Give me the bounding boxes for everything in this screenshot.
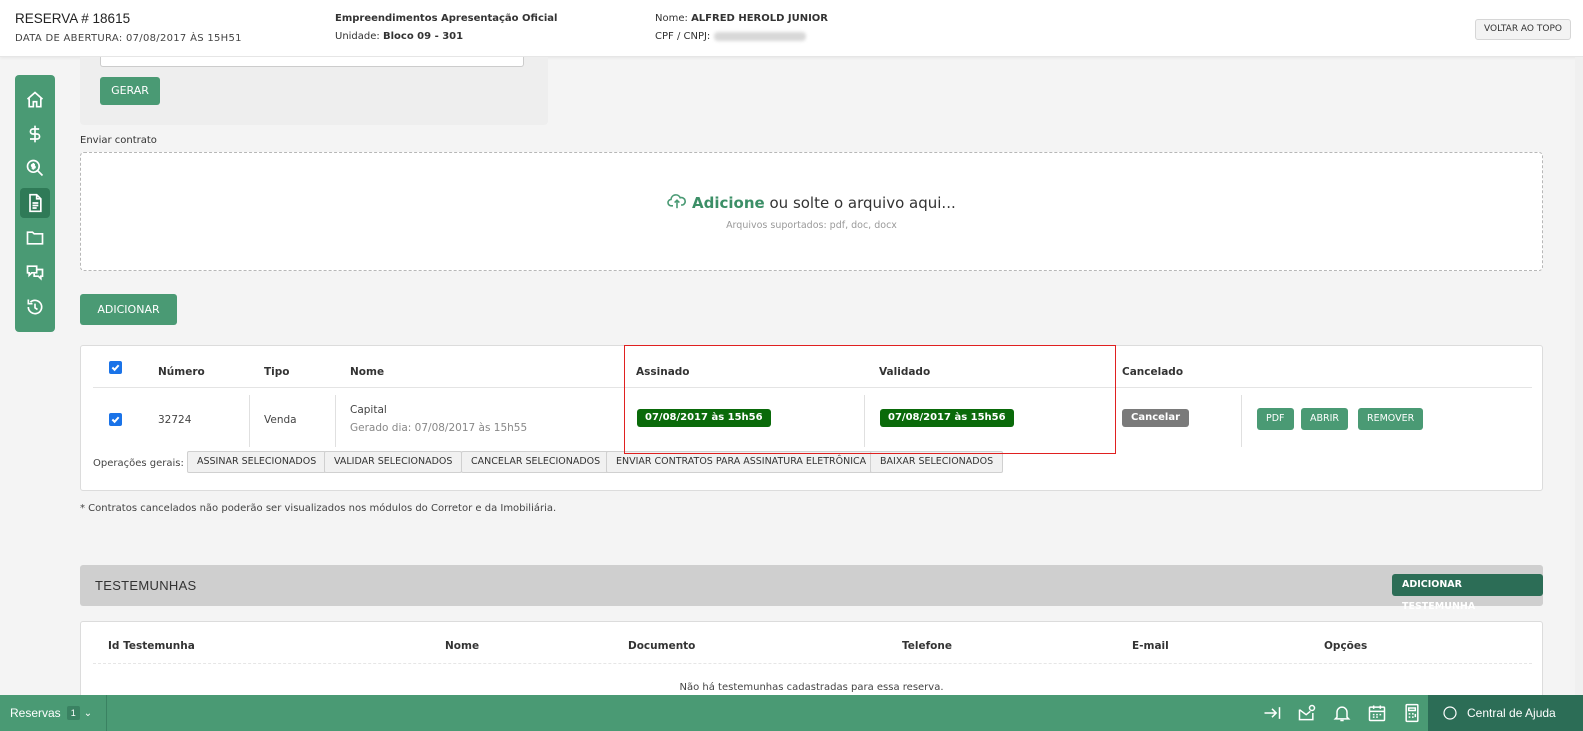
history-icon[interactable] bbox=[20, 292, 50, 322]
home-icon[interactable] bbox=[20, 85, 50, 115]
column-header-telefone: Telefone bbox=[902, 640, 952, 652]
reservation-title: RESERVA # 18615 bbox=[15, 11, 131, 26]
comments-icon[interactable] bbox=[20, 257, 50, 287]
reservation-header: RESERVA # 18615 DATA DE ABERTURA: 07/08/… bbox=[0, 0, 1583, 57]
unit-value: Bloco 09 - 301 bbox=[382, 31, 464, 42]
folder-icon[interactable] bbox=[20, 223, 50, 253]
general-operations-label: Operações gerais: bbox=[93, 458, 184, 469]
cell-divider bbox=[249, 395, 250, 447]
cell-divider bbox=[1241, 395, 1242, 447]
row-checkbox[interactable] bbox=[109, 413, 122, 426]
help-center-label: Central de Ajuda bbox=[1467, 706, 1556, 720]
chat-icon bbox=[1443, 706, 1457, 720]
back-to-top-button[interactable]: VOLTAR AO TOPO bbox=[1475, 19, 1571, 40]
highlight-box bbox=[624, 345, 1116, 454]
blurred-document bbox=[714, 31, 807, 41]
column-header-id: Id Testemunha bbox=[108, 640, 195, 652]
column-header-documento: Documento bbox=[628, 640, 696, 652]
download-selected-button[interactable]: BAIXAR SELECIONADOS bbox=[870, 451, 1004, 473]
bell-icon[interactable] bbox=[1332, 703, 1352, 723]
template-select[interactable] bbox=[100, 57, 524, 67]
upload-label: Enviar contrato bbox=[80, 135, 157, 146]
cell-divider bbox=[335, 395, 336, 447]
client-document: CPF / CNPJ: bbox=[655, 31, 807, 42]
header-divider bbox=[93, 663, 1532, 664]
dollar-icon[interactable] bbox=[20, 119, 50, 149]
client-name: Nome: ALFRED HEROLD JUNIOR bbox=[655, 13, 829, 24]
remove-button[interactable]: REMOVER bbox=[1358, 408, 1424, 430]
column-header-tipo: Tipo bbox=[264, 366, 290, 378]
column-header-numero: Número bbox=[158, 366, 205, 378]
unit-info: Unidade: Bloco 09 - 301 bbox=[335, 31, 464, 42]
reservations-count: 1 bbox=[66, 706, 80, 720]
opening-date: DATA DE ABERTURA: 07/08/2017 ÀS 15H51 bbox=[15, 33, 242, 44]
validate-selected-button[interactable]: VALIDAR SELECIONADOS bbox=[324, 451, 463, 473]
add-file-link[interactable]: Adicione bbox=[692, 194, 765, 212]
cancel-selected-button[interactable]: CANCELAR SELECIONADOS bbox=[461, 451, 611, 473]
cancel-button[interactable]: Cancelar bbox=[1122, 409, 1190, 427]
contract-type: Venda bbox=[264, 414, 297, 426]
empty-message: Não há testemunhas cadastradas para essa… bbox=[679, 682, 944, 693]
witnesses-title: TESTEMUNHAS bbox=[95, 578, 197, 593]
contract-number: 32724 bbox=[158, 414, 192, 426]
sign-selected-button[interactable]: ASSINAR SELECIONADOS bbox=[187, 451, 327, 473]
generated-date: Gerado dia: 07/08/2017 às 15h55 bbox=[350, 422, 528, 434]
column-header-email: E-mail bbox=[1132, 640, 1169, 652]
open-button[interactable]: ABRIR bbox=[1301, 408, 1349, 430]
bottom-bar: Reservas 1 ⌄ Central de Ajuda bbox=[0, 695, 1583, 731]
add-witness-button[interactable]: ADICIONAR TESTEMUNHA bbox=[1392, 574, 1543, 612]
chevron-down-icon: ⌄ bbox=[83, 707, 93, 719]
send-electronic-signature-button[interactable]: ENVIAR CONTRATOS PARA ASSINATURA ELETRÔN… bbox=[606, 451, 877, 473]
select-all-checkbox[interactable] bbox=[109, 361, 122, 374]
side-navigation bbox=[15, 75, 55, 332]
generator-panel: GERAR bbox=[80, 57, 548, 125]
upload-dropzone[interactable]: Adicione ou solte o arquivo aqui... Arqu… bbox=[80, 152, 1543, 271]
reservations-label: Reservas bbox=[10, 706, 61, 720]
calendar-icon[interactable] bbox=[1367, 703, 1387, 723]
client-name-value: ALFRED HEROLD JUNIOR bbox=[691, 13, 829, 24]
calculator-icon[interactable] bbox=[1402, 703, 1422, 723]
document-icon[interactable] bbox=[20, 188, 50, 218]
supported-formats: Arquivos suportados: pdf, doc, docx bbox=[726, 220, 897, 231]
scrollbar[interactable] bbox=[1575, 57, 1583, 695]
development-name: Empreendimentos Apresentação Oficial bbox=[335, 13, 558, 24]
contract-name: Capital bbox=[350, 404, 387, 416]
generate-button[interactable]: GERAR bbox=[100, 77, 160, 105]
cloud-upload-icon bbox=[667, 193, 687, 209]
add-contract-button[interactable]: ADICIONAR bbox=[80, 294, 177, 325]
column-header-cancelado: Cancelado bbox=[1122, 366, 1184, 378]
search-dollar-icon[interactable] bbox=[20, 153, 50, 183]
witnesses-header: TESTEMUNHAS ADICIONAR TESTEMUNHA bbox=[80, 565, 1543, 612]
cancel-note: * Contratos cancelados não poderão ser v… bbox=[80, 503, 557, 514]
help-center-button[interactable]: Central de Ajuda bbox=[1428, 695, 1583, 731]
column-header-nome: Nome bbox=[350, 366, 385, 378]
dropzone-text: Adicione ou solte o arquivo aqui... bbox=[81, 193, 1542, 212]
column-header-opcoes: Opções bbox=[1324, 640, 1368, 652]
mail-icon[interactable] bbox=[1297, 703, 1317, 723]
collapse-right-icon[interactable] bbox=[1262, 703, 1282, 723]
column-header-nome: Nome bbox=[445, 640, 480, 652]
pdf-button[interactable]: PDF bbox=[1257, 408, 1294, 430]
reservations-tab[interactable]: Reservas 1 ⌄ bbox=[0, 695, 107, 731]
